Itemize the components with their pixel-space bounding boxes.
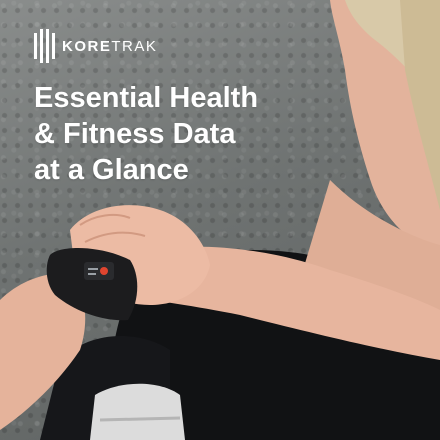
headline: Essential Health & Fitness Data at a Gla… bbox=[34, 80, 334, 188]
headline-line-3: at a Glance bbox=[34, 154, 189, 186]
brand-name-light: TRAK bbox=[111, 37, 158, 55]
koretrak-logo: KORETRAK bbox=[34, 29, 157, 63]
brand-name: KORETRAK bbox=[62, 39, 157, 54]
headline-line-2: & Fitness Data bbox=[34, 118, 236, 150]
brand-name-bold: KORE bbox=[62, 37, 112, 55]
promo-banner: KORETRAK Essential Health & Fitness Data… bbox=[0, 0, 440, 440]
headline-line-1: Essential Health bbox=[34, 82, 259, 114]
koretrak-logo-icon bbox=[34, 29, 55, 63]
woman-checking-fitness-tracker-photo bbox=[0, 0, 440, 440]
